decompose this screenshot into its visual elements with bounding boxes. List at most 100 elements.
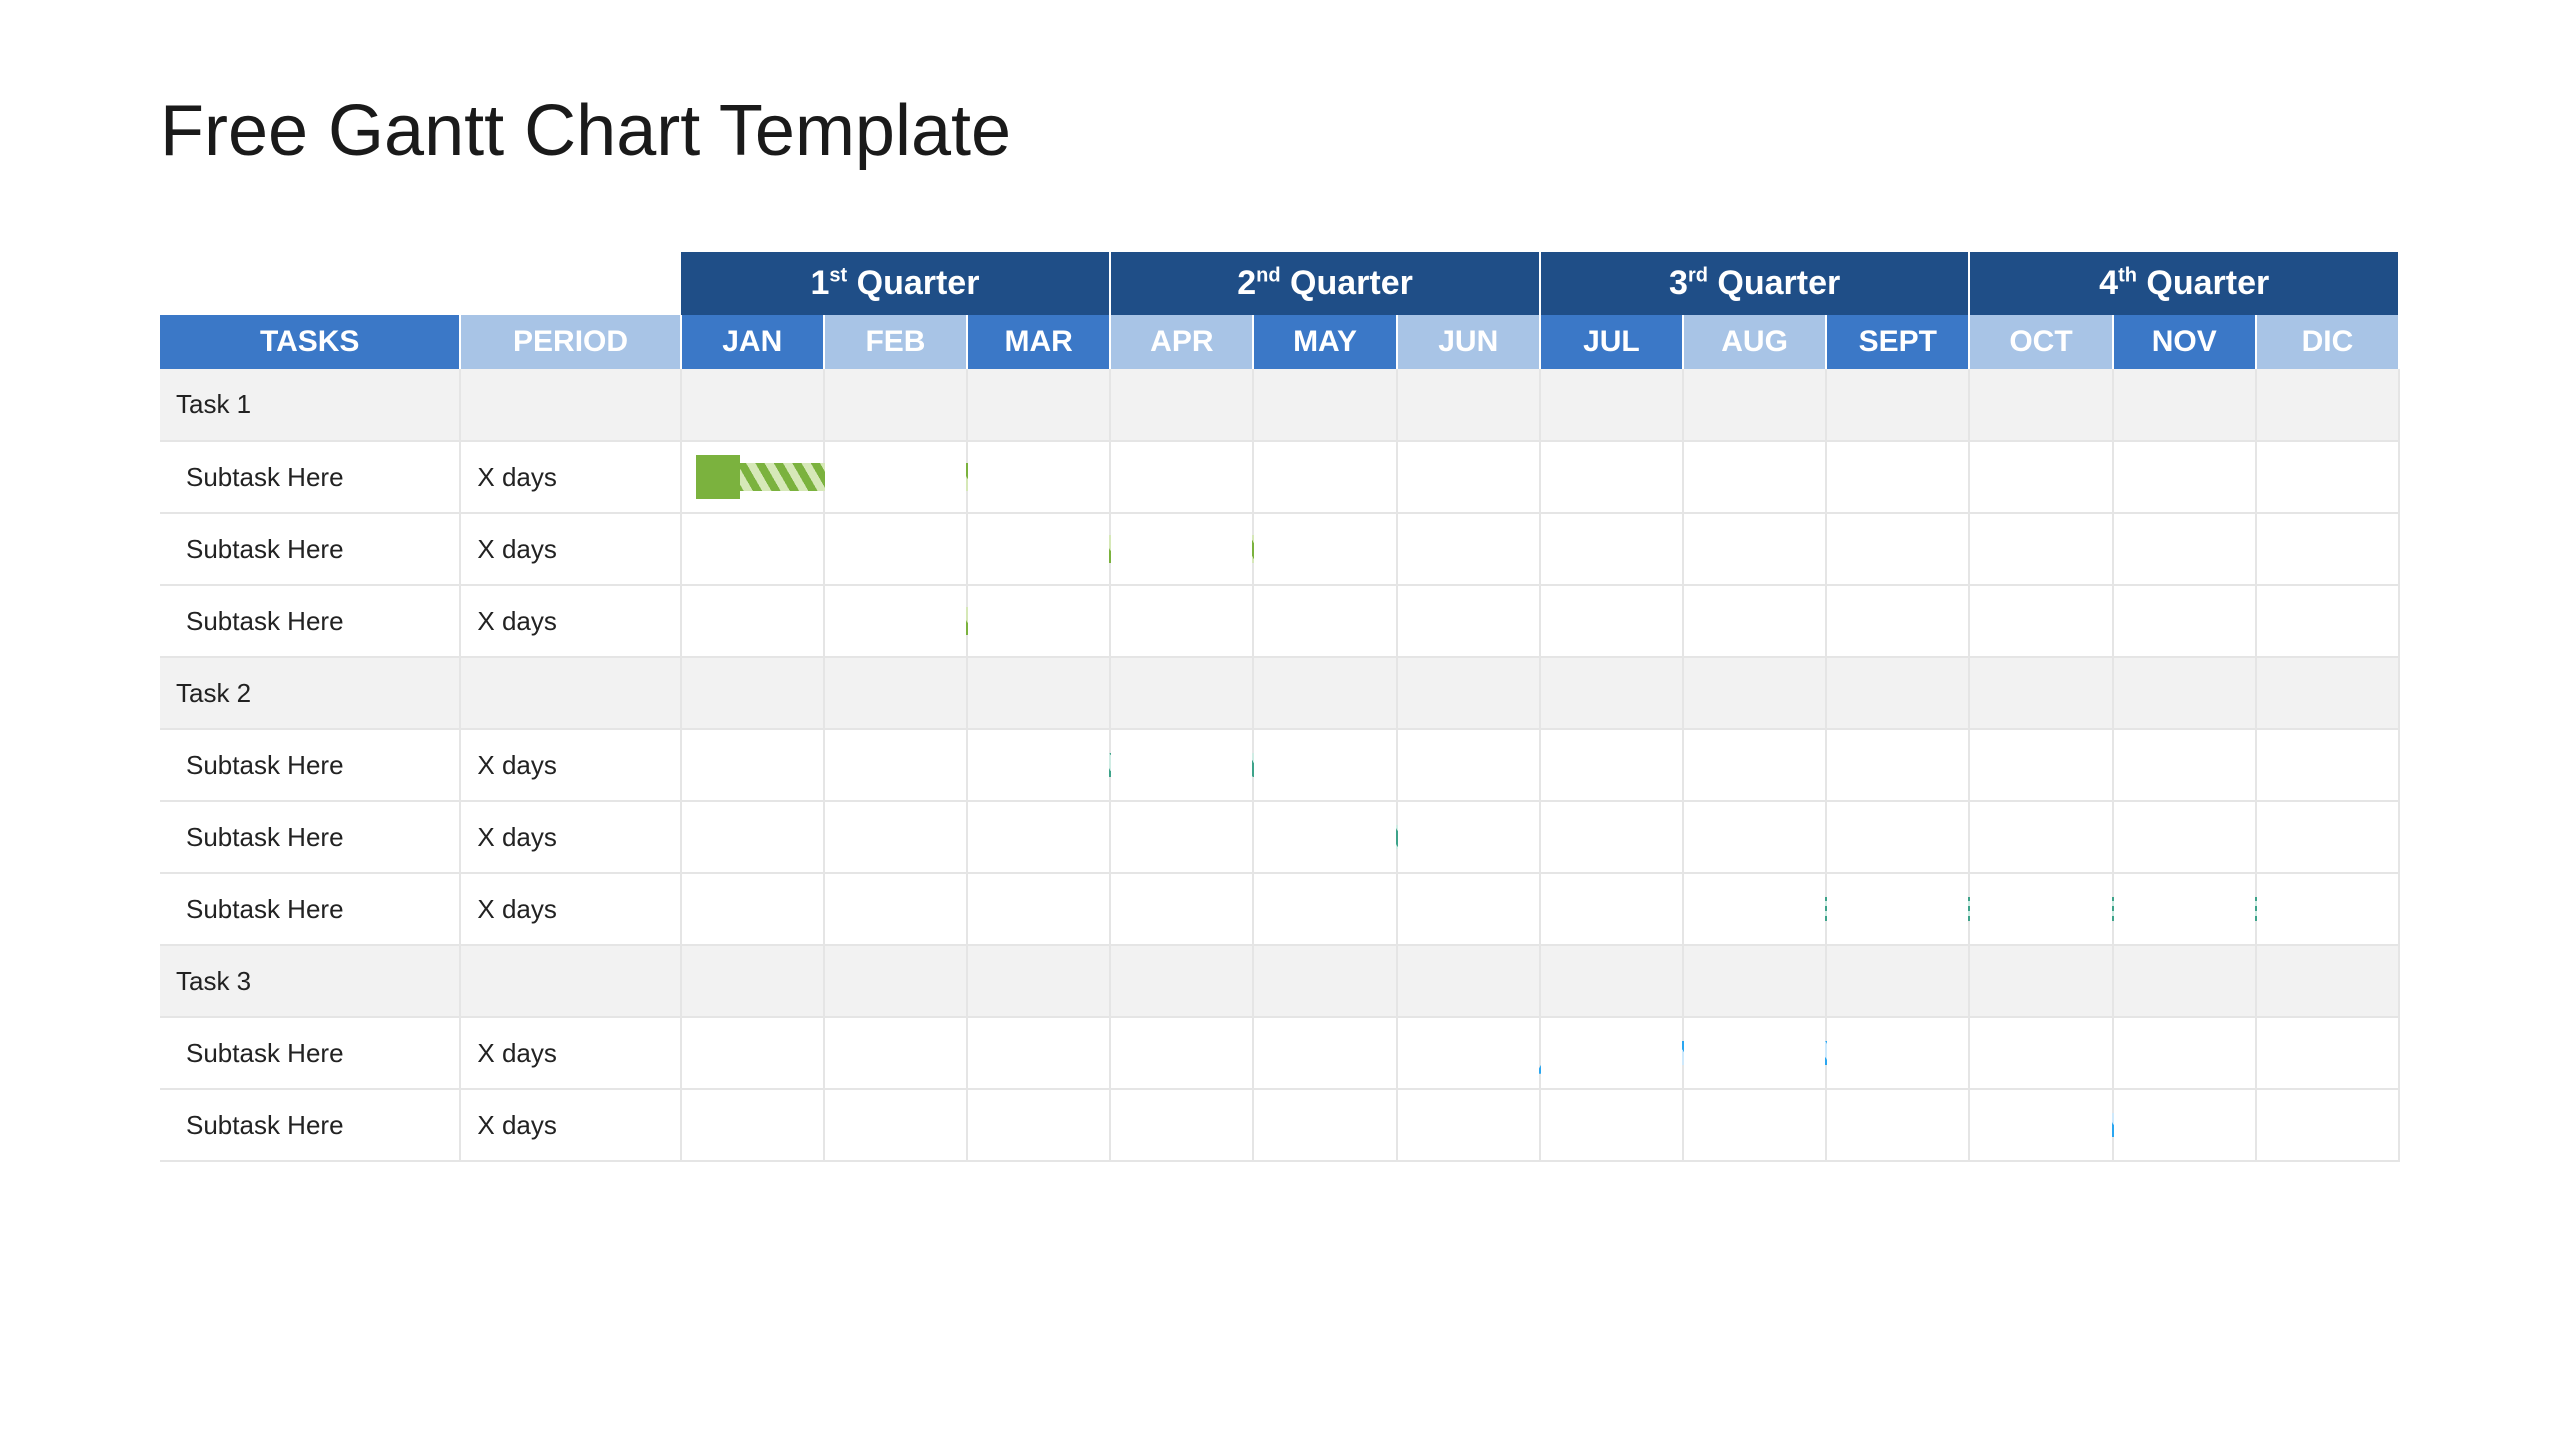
table-row: Subtask HereX days [160, 1017, 2399, 1089]
table-row: Task 1 [160, 369, 2399, 441]
timeline-cell [1826, 1089, 1969, 1161]
period-cell [460, 945, 680, 1017]
timeline-cell [1397, 657, 1540, 729]
timeline-cell [824, 369, 967, 441]
timeline-cell [824, 513, 967, 585]
month-header: FEB [824, 315, 967, 369]
timeline-cell [1540, 657, 1683, 729]
timeline-cell [2113, 369, 2256, 441]
timeline-cell [681, 657, 824, 729]
timeline-cell [681, 369, 824, 441]
timeline-cell [967, 441, 1110, 513]
timeline-cell [1683, 513, 1826, 585]
month-header: JAN [681, 315, 824, 369]
task-label: Subtask Here [160, 801, 460, 873]
timeline-cell [824, 801, 967, 873]
timeline-cell [1683, 873, 1826, 945]
timeline-cell [1253, 729, 1396, 801]
timeline-cell [1540, 873, 1683, 945]
quarter-header: 2nd Quarter [1110, 252, 1540, 315]
period-cell: X days [460, 729, 680, 801]
timeline-cell [2256, 945, 2399, 1017]
table-row: Subtask HereX days [160, 873, 2399, 945]
timeline-cell [1253, 1017, 1396, 1089]
timeline-cell [1253, 441, 1396, 513]
table-row: Task 2 [160, 657, 2399, 729]
timeline-cell [681, 441, 824, 513]
timeline-cell [967, 1089, 1110, 1161]
timeline-cell [681, 513, 824, 585]
timeline-cell [1110, 945, 1253, 1017]
timeline-cell [1683, 657, 1826, 729]
timeline-cell [2256, 369, 2399, 441]
timeline-cell [2113, 1089, 2256, 1161]
timeline-cell [1540, 1017, 1683, 1089]
timeline-cell [1969, 657, 2112, 729]
timeline-cell [1683, 945, 1826, 1017]
timeline-cell [1540, 585, 1683, 657]
timeline-cell [967, 945, 1110, 1017]
tasks-column-header: TASKS [160, 315, 460, 369]
timeline-cell [967, 657, 1110, 729]
timeline-cell [681, 873, 824, 945]
timeline-cell [1397, 1017, 1540, 1089]
timeline-cell [681, 729, 824, 801]
timeline-cell [1826, 441, 1969, 513]
month-header: AUG [1683, 315, 1826, 369]
timeline-cell [1826, 945, 1969, 1017]
timeline-cell [1110, 441, 1253, 513]
timeline-cell [681, 1089, 824, 1161]
timeline-cell [824, 873, 967, 945]
task-label: Subtask Here [160, 1017, 460, 1089]
period-cell: X days [460, 801, 680, 873]
task-label: Subtask Here [160, 1089, 460, 1161]
period-cell: X days [460, 513, 680, 585]
timeline-cell [1540, 513, 1683, 585]
gantt-table: 1st Quarter 2nd Quarter 3rd Quarter 4th … [160, 252, 2400, 1162]
timeline-cell [2256, 729, 2399, 801]
timeline-cell [2256, 657, 2399, 729]
timeline-cell [1540, 729, 1683, 801]
timeline-cell [1540, 441, 1683, 513]
timeline-cell [1683, 369, 1826, 441]
month-header: SEPT [1826, 315, 1969, 369]
timeline-cell [1110, 873, 1253, 945]
timeline-cell [967, 729, 1110, 801]
quarter-header: 3rd Quarter [1540, 252, 1970, 315]
timeline-cell [1397, 945, 1540, 1017]
timeline-cell [1826, 513, 1969, 585]
month-header: MAY [1253, 315, 1396, 369]
timeline-cell [681, 801, 824, 873]
timeline-cell [967, 585, 1110, 657]
timeline-cell [1397, 801, 1540, 873]
timeline-cell [1683, 1089, 1826, 1161]
timeline-cell [824, 441, 967, 513]
timeline-cell [2113, 801, 2256, 873]
period-cell: X days [460, 1089, 680, 1161]
timeline-cell [1969, 1089, 2112, 1161]
timeline-cell [2256, 513, 2399, 585]
period-cell [460, 369, 680, 441]
task-label: Task 2 [160, 657, 460, 729]
timeline-cell [681, 585, 824, 657]
timeline-cell [2113, 945, 2256, 1017]
timeline-cell [1110, 585, 1253, 657]
page-title: Free Gantt Chart Template [160, 90, 2399, 172]
timeline-cell [2113, 729, 2256, 801]
timeline-cell [1969, 513, 2112, 585]
quarter-header-row: 1st Quarter 2nd Quarter 3rd Quarter 4th … [160, 252, 2399, 315]
timeline-cell [1826, 657, 1969, 729]
timeline-cell [1969, 729, 2112, 801]
table-row: Subtask HereX days [160, 729, 2399, 801]
timeline-cell [967, 1017, 1110, 1089]
task-label: Subtask Here [160, 513, 460, 585]
month-header: OCT [1969, 315, 2112, 369]
timeline-cell [824, 1017, 967, 1089]
timeline-cell [1253, 585, 1396, 657]
timeline-cell [824, 657, 967, 729]
timeline-cell [1683, 729, 1826, 801]
timeline-cell [681, 945, 824, 1017]
month-header: NOV [2113, 315, 2256, 369]
task-label: Task 3 [160, 945, 460, 1017]
table-row: Subtask HereX days [160, 585, 2399, 657]
